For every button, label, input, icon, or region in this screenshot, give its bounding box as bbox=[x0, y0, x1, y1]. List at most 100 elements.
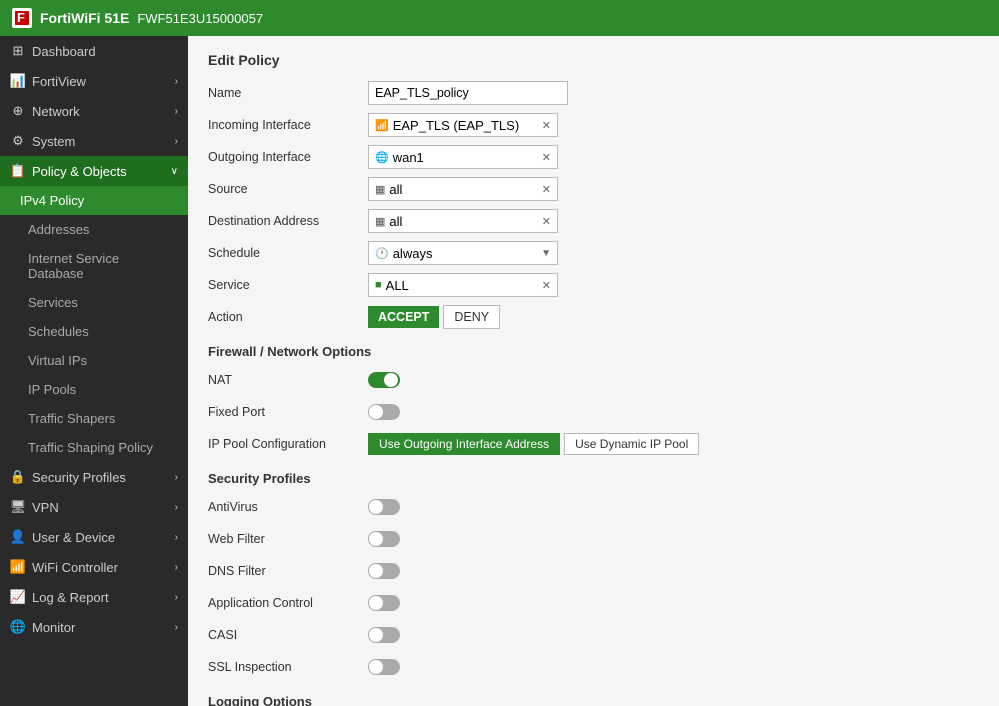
sidebar-label-services: Services bbox=[28, 295, 78, 310]
sidebar-item-schedules[interactable]: Schedules bbox=[0, 317, 188, 346]
dest-value: all bbox=[389, 214, 402, 229]
use-dynamic-btn[interactable]: Use Dynamic IP Pool bbox=[564, 433, 699, 455]
action-control: ACCEPT DENY bbox=[368, 305, 500, 329]
incoming-clear-btn[interactable]: ✕ bbox=[542, 119, 551, 132]
incoming-value: EAP_TLS (EAP_TLS) bbox=[393, 118, 519, 133]
sidebar-item-traffic-shapers[interactable]: Traffic Shapers bbox=[0, 404, 188, 433]
service-label: Service bbox=[208, 278, 368, 292]
security-icon: 🔒 bbox=[10, 469, 26, 485]
security-chevron: › bbox=[175, 472, 178, 483]
wifi-tag-icon: 📶 bbox=[375, 119, 389, 132]
sidebar-item-internet-service-db[interactable]: Internet Service Database bbox=[0, 244, 188, 288]
sidebar-label-isd: Internet Service Database bbox=[28, 251, 178, 281]
network-icon: ⊕ bbox=[10, 103, 26, 119]
sidebar-item-services[interactable]: Services bbox=[0, 288, 188, 317]
outgoing-interface-row: Outgoing Interface 🌐 wan1 ✕ bbox=[208, 144, 979, 170]
monitor-chevron: › bbox=[175, 622, 178, 633]
outgoing-field[interactable]: 🌐 wan1 ✕ bbox=[368, 145, 558, 169]
sidebar-item-security-profiles[interactable]: 🔒 Security Profiles › bbox=[0, 462, 188, 492]
schedule-field[interactable]: 🕐 always ▼ bbox=[368, 241, 558, 265]
sidebar-label-fortiview: FortiView bbox=[32, 74, 86, 89]
service-field[interactable]: ■ ALL ✕ bbox=[368, 273, 558, 297]
sidebar-item-network[interactable]: ⊕ Network › bbox=[0, 96, 188, 126]
action-row: Action ACCEPT DENY bbox=[208, 304, 979, 330]
fixed-port-toggle[interactable] bbox=[368, 404, 400, 420]
sidebar-item-virtual-ips[interactable]: Virtual IPs bbox=[0, 346, 188, 375]
dns-filter-toggle[interactable] bbox=[368, 563, 400, 579]
app-control-toggle[interactable] bbox=[368, 595, 400, 611]
fortiview-icon: 📊 bbox=[10, 73, 26, 89]
casi-row: CASI bbox=[208, 622, 979, 648]
source-label: Source bbox=[208, 182, 368, 196]
source-control: ▦ all ✕ bbox=[368, 177, 558, 201]
use-outgoing-btn[interactable]: Use Outgoing Interface Address bbox=[368, 433, 560, 455]
sidebar-label-addresses: Addresses bbox=[28, 222, 89, 237]
log-icon: 📈 bbox=[10, 589, 26, 605]
action-label: Action bbox=[208, 310, 368, 324]
sidebar-item-vpn[interactable]: 🖥 VPN › bbox=[0, 492, 188, 522]
sidebar-label-security: Security Profiles bbox=[32, 470, 126, 485]
main-content: Edit Policy Name Incoming Interface 📶 EA… bbox=[188, 36, 999, 706]
sidebar-item-addresses[interactable]: Addresses bbox=[0, 215, 188, 244]
dns-filter-row: DNS Filter bbox=[208, 558, 979, 584]
sidebar-item-user-device[interactable]: 👤 User & Device › bbox=[0, 522, 188, 552]
sidebar-item-system[interactable]: ⚙ System › bbox=[0, 126, 188, 156]
nat-toggle[interactable] bbox=[368, 372, 400, 388]
service-row: Service ■ ALL ✕ bbox=[208, 272, 979, 298]
sidebar-label-vips: Virtual IPs bbox=[28, 353, 87, 368]
schedule-label: Schedule bbox=[208, 246, 368, 260]
name-input[interactable] bbox=[368, 81, 568, 105]
sidebar-item-fortiview[interactable]: 📊 FortiView › bbox=[0, 66, 188, 96]
casi-toggle[interactable] bbox=[368, 627, 400, 643]
deny-button[interactable]: DENY bbox=[443, 305, 500, 329]
dest-field[interactable]: ▦ all ✕ bbox=[368, 209, 558, 233]
ip-pool-label: IP Pool Configuration bbox=[208, 437, 368, 451]
system-icon: ⚙ bbox=[10, 133, 26, 149]
grid-dest-icon: ▦ bbox=[375, 215, 385, 228]
dest-clear-btn[interactable]: ✕ bbox=[542, 215, 551, 228]
security-section-title: Security Profiles bbox=[208, 471, 979, 486]
sidebar-item-wifi-controller[interactable]: 📶 WiFi Controller › bbox=[0, 552, 188, 582]
sidebar-item-dashboard[interactable]: ⊞ Dashboard bbox=[0, 36, 188, 66]
dns-filter-label: DNS Filter bbox=[208, 564, 368, 578]
name-row: Name bbox=[208, 80, 979, 106]
dest-label: Destination Address bbox=[208, 214, 368, 228]
wifi-chevron: › bbox=[175, 562, 178, 573]
dashboard-icon: ⊞ bbox=[10, 43, 26, 59]
web-filter-toggle[interactable] bbox=[368, 531, 400, 547]
outgoing-label: Outgoing Interface bbox=[208, 150, 368, 164]
sidebar-label-policy: Policy & Objects bbox=[32, 164, 127, 179]
sidebar: ⊞ Dashboard 📊 FortiView › ⊕ Network › ⚙ … bbox=[0, 36, 188, 706]
sidebar-item-ip-pools[interactable]: IP Pools bbox=[0, 375, 188, 404]
source-field[interactable]: ▦ all ✕ bbox=[368, 177, 558, 201]
clock-icon: 🕐 bbox=[375, 247, 389, 260]
outgoing-control: 🌐 wan1 ✕ bbox=[368, 145, 558, 169]
sidebar-item-ipv4-policy[interactable]: IPv4 Policy bbox=[0, 186, 188, 215]
casi-label: CASI bbox=[208, 628, 368, 642]
ssl-toggle[interactable] bbox=[368, 659, 400, 675]
user-icon: 👤 bbox=[10, 529, 26, 545]
device-name: FortiWiFi 51E bbox=[40, 10, 129, 26]
schedule-value: always bbox=[393, 246, 433, 261]
ip-pool-control: Use Outgoing Interface Address Use Dynam… bbox=[368, 433, 699, 455]
page-title: Edit Policy bbox=[208, 52, 979, 68]
ssl-inspection-row: SSL Inspection bbox=[208, 654, 979, 680]
sidebar-item-monitor[interactable]: 🌐 Monitor › bbox=[0, 612, 188, 642]
destination-row: Destination Address ▦ all ✕ bbox=[208, 208, 979, 234]
source-clear-btn[interactable]: ✕ bbox=[542, 183, 551, 196]
firewall-section-title: Firewall / Network Options bbox=[208, 344, 979, 359]
sidebar-item-traffic-shaping-policy[interactable]: Traffic Shaping Policy bbox=[0, 433, 188, 462]
sidebar-label-wifi: WiFi Controller bbox=[32, 560, 118, 575]
sidebar-item-log-report[interactable]: 📈 Log & Report › bbox=[0, 582, 188, 612]
antivirus-toggle[interactable] bbox=[368, 499, 400, 515]
sidebar-label-schedules: Schedules bbox=[28, 324, 89, 339]
sidebar-label-monitor: Monitor bbox=[32, 620, 75, 635]
sidebar-item-policy-objects[interactable]: 📋 Policy & Objects ∨ bbox=[0, 156, 188, 186]
web-filter-label: Web Filter bbox=[208, 532, 368, 546]
accept-button[interactable]: ACCEPT bbox=[368, 306, 439, 328]
incoming-field[interactable]: 📶 EAP_TLS (EAP_TLS) ✕ bbox=[368, 113, 558, 137]
policy-chevron: ∨ bbox=[171, 166, 178, 177]
antivirus-label: AntiVirus bbox=[208, 500, 368, 514]
outgoing-clear-btn[interactable]: ✕ bbox=[542, 151, 551, 164]
service-clear-btn[interactable]: ✕ bbox=[542, 279, 551, 292]
